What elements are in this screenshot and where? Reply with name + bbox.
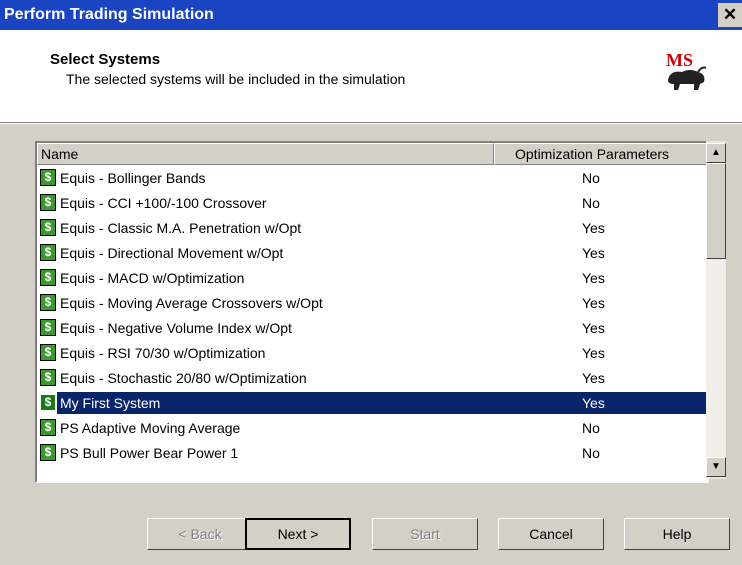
system-name: PS Bull Power Bear Power 1 [60, 445, 239, 461]
system-name: PS Adaptive Moving Average [60, 420, 241, 436]
optimization-value: Yes [582, 270, 605, 286]
step-title: Select Systems [50, 51, 161, 68]
systems-rows: $ Equis - Bollinger Bands No $ Equis - CCI +… [37, 166, 707, 466]
window-title: Perform Trading Simulation [4, 6, 214, 23]
metastock-bull-logo: MS [666, 50, 707, 90]
list-item[interactable]: $ Equis - Directional Movement w/Opt Yes [37, 241, 707, 266]
list-item[interactable]: $ Equis - Moving Average Crossovers w/Opt… [37, 291, 707, 316]
list-item[interactable]: $ Equis - CCI +100/-100 Crossover No [37, 191, 707, 216]
system-icon: $ [40, 244, 56, 261]
system-icon: $ [40, 394, 56, 411]
scroll-up-icon[interactable]: ▲ [706, 143, 726, 163]
scroll-track[interactable] [706, 259, 726, 457]
system-icon: $ [40, 444, 56, 461]
next-button[interactable]: Next > [245, 518, 351, 550]
system-name: Equis - Directional Movement w/Opt [60, 245, 284, 261]
optimization-value: No [582, 195, 600, 211]
system-icon: $ [40, 269, 56, 286]
column-header-optimization[interactable]: Optimization Parameters [494, 143, 707, 165]
help-button[interactable]: Help [624, 518, 730, 550]
title-bar: Perform Trading Simulation ✕ [0, 0, 742, 30]
start-button[interactable]: Start [372, 518, 478, 550]
wizard-header: Select Systems The selected systems will… [0, 30, 742, 123]
system-name: Equis - MACD w/Optimization [60, 270, 245, 286]
step-subtitle: The selected systems will be included in… [66, 71, 406, 87]
optimization-value: Yes [582, 245, 605, 261]
system-icon: $ [40, 219, 56, 236]
system-name: Equis - Classic M.A. Penetration w/Opt [60, 220, 302, 236]
optimization-value: Yes [582, 320, 605, 336]
system-icon: $ [40, 344, 56, 361]
system-icon: $ [40, 319, 56, 336]
system-name: My First System [60, 395, 161, 411]
system-icon: $ [40, 419, 56, 436]
optimization-value: No [582, 170, 600, 186]
list-item[interactable]: $ PS Adaptive Moving Average No [37, 416, 707, 441]
scroll-thumb[interactable] [706, 163, 726, 259]
cancel-button[interactable]: Cancel [498, 518, 604, 550]
list-item[interactable]: $ Equis - Negative Volume Index w/Opt Yes [37, 316, 707, 341]
optimization-value: Yes [582, 370, 605, 386]
system-name: Equis - RSI 70/30 w/Optimization [60, 345, 266, 361]
logo-text: MS [666, 50, 693, 70]
optimization-value: Yes [582, 295, 605, 311]
list-item[interactable]: $ Equis - RSI 70/30 w/Optimization Yes [37, 341, 707, 366]
list-item[interactable]: $ PS Bull Power Bear Power 1 No [37, 441, 707, 466]
system-icon: $ [40, 194, 56, 211]
system-name: Equis - Negative Volume Index w/Opt [60, 320, 292, 336]
list-item[interactable]: $ My First System Yes [37, 391, 707, 416]
list-item[interactable]: $ Equis - Classic M.A. Penetration w/Opt Y… [37, 216, 707, 241]
list-item[interactable]: $ Equis - Stochastic 20/80 w/Optimization… [37, 366, 707, 391]
column-header-name[interactable]: Name [37, 143, 494, 165]
vertical-scrollbar[interactable]: ▲ ▼ [706, 141, 726, 479]
system-icon: $ [40, 369, 56, 386]
system-name: Equis - Stochastic 20/80 w/Optimization [60, 370, 307, 386]
optimization-value: Yes [582, 395, 605, 411]
system-icon: $ [40, 169, 56, 186]
optimization-value: No [582, 445, 600, 461]
system-name: Equis - Moving Average Crossovers w/Opt [60, 295, 323, 311]
system-name: Equis - Bollinger Bands [60, 170, 206, 186]
back-button[interactable]: < Back [147, 518, 253, 550]
optimization-value: No [582, 420, 600, 436]
system-name: Equis - CCI +100/-100 Crossover [60, 195, 267, 211]
optimization-value: Yes [582, 345, 605, 361]
systems-list[interactable]: Name Optimization Parameters $ Equis - Bo… [35, 141, 709, 483]
close-icon[interactable]: ✕ [718, 3, 742, 27]
list-item[interactable]: $ Equis - Bollinger Bands No [37, 166, 707, 191]
header-separator [0, 123, 742, 124]
list-item[interactable]: $ Equis - MACD w/Optimization Yes [37, 266, 707, 291]
scroll-down-icon[interactable]: ▼ [706, 457, 726, 477]
optimization-value: Yes [582, 220, 605, 236]
system-icon: $ [40, 294, 56, 311]
